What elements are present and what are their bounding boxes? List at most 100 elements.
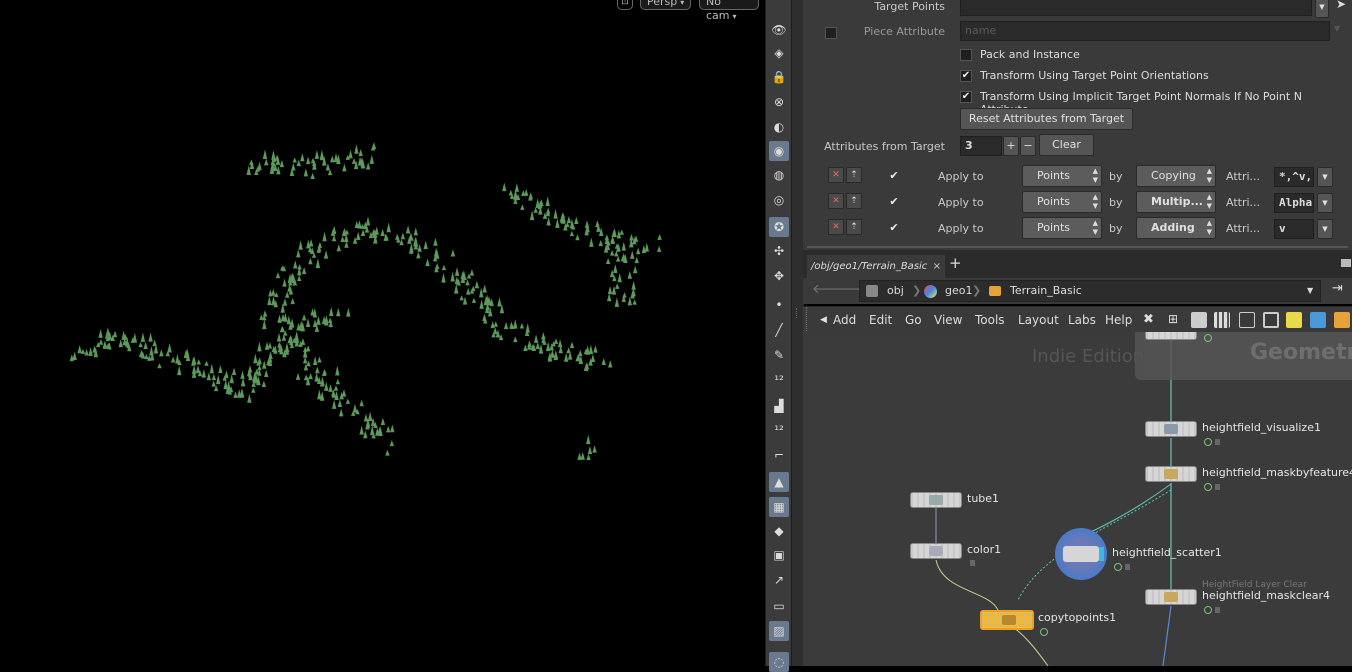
ghost-icon[interactable]: ◈ (769, 43, 789, 63)
display-options-icon[interactable]: ⊡ (617, 0, 633, 10)
display-icon[interactable]: ✪ (769, 217, 789, 237)
attribute-pattern-field[interactable]: Alpha (1274, 193, 1314, 213)
merge-op-menu[interactable]: Adding ▲ ▼ (1136, 217, 1216, 239)
row-enable-checkbox[interactable]: ✔ (888, 196, 900, 209)
close-icon[interactable]: × (933, 255, 941, 278)
chevron-down-icon[interactable]: ▼ (1315, 0, 1329, 18)
reset-attributes-button[interactable]: Reset Attributes from Target (960, 108, 1133, 130)
menu-add[interactable]: Add (833, 313, 856, 327)
diamond-icon[interactable]: ◆ (769, 521, 789, 541)
node-tube1[interactable] (910, 492, 962, 508)
menu-edit[interactable]: Edit (869, 313, 892, 327)
insert-row-icon[interactable]: ⇡ (846, 219, 862, 235)
background-image-icon[interactable]: ▨ (769, 621, 789, 641)
network-editor[interactable]: Geometr Indie Edition heightfield_visual… (803, 332, 1352, 666)
point-icon[interactable]: • (769, 295, 789, 315)
node-heightfield-maskbyfeature4[interactable] (1145, 466, 1197, 482)
menu-tools[interactable]: Tools (975, 313, 1005, 327)
target-points-field[interactable] (960, 0, 1312, 16)
chevron-down-icon[interactable]: ▼ (1317, 219, 1333, 239)
image-icon[interactable]: ▣ (769, 545, 789, 565)
chevron-down-icon[interactable]: ▼ (1307, 284, 1313, 298)
view-icon[interactable]: 👁 (769, 20, 789, 40)
transform-normals-checkbox[interactable]: ✔ (960, 91, 972, 103)
delete-row-icon[interactable]: ✕ (828, 219, 844, 235)
node-heightfield-scatter1[interactable] (1055, 528, 1107, 580)
attributes-count-field[interactable]: 3 (960, 136, 1002, 156)
table-icon[interactable] (1239, 312, 1255, 328)
shading-icon[interactable]: ◐ (769, 117, 789, 137)
camera-mode-menu[interactable]: Persp ▾ (640, 0, 691, 10)
apply-to-menu[interactable]: Points ▲ ▼ (1022, 191, 1102, 213)
drag-handle-icon[interactable] (806, 307, 815, 333)
more-icon[interactable]: ◌ (769, 652, 789, 672)
list-icon[interactable] (1191, 312, 1207, 328)
delete-row-icon[interactable]: ✕ (828, 167, 844, 183)
row-enable-checkbox[interactable]: ✔ (888, 170, 900, 183)
pack-and-instance-checkbox[interactable] (960, 49, 972, 61)
apply-to-menu[interactable]: Points ▲ ▼ (1022, 165, 1102, 187)
menu-labs[interactable]: Labs (1068, 313, 1096, 327)
node-copytopoints1[interactable] (980, 610, 1034, 630)
prim-numbers-icon[interactable]: ¹² (769, 420, 789, 440)
menu-layout[interactable]: Layout (1018, 313, 1059, 327)
add-tab-icon[interactable]: + (949, 254, 962, 272)
pane-menu-icon[interactable] (1341, 259, 1351, 267)
curve-icon[interactable]: ↗ (769, 570, 789, 590)
merge-op-menu[interactable]: Copying ▲ ▼ (1136, 165, 1216, 187)
menu-go[interactable]: Go (905, 313, 922, 327)
subnet-icon[interactable] (1334, 312, 1350, 328)
chevron-down-icon[interactable]: ▼ (1317, 167, 1333, 187)
menu-view[interactable]: View (934, 313, 962, 327)
image-icon[interactable] (1310, 312, 1326, 328)
edge-icon[interactable]: ╱ (769, 320, 789, 340)
upstream-node[interactable] (1145, 332, 1197, 340)
chevron-down-icon[interactable]: ▼ (1317, 193, 1333, 213)
insert-row-icon[interactable]: ⇡ (846, 167, 862, 183)
node-color1[interactable] (910, 543, 962, 559)
lock-icon[interactable]: 🔒 (769, 67, 789, 87)
insert-row-icon[interactable]: ⇡ (846, 193, 862, 209)
collapse-arrow-icon[interactable]: ◀ (820, 315, 827, 325)
cone-icon[interactable]: ▲ (769, 472, 789, 492)
attribute-pattern-field[interactable]: v (1274, 219, 1314, 239)
light-icon[interactable]: ◉ (769, 141, 789, 161)
drag-handle-icon[interactable] (796, 308, 799, 318)
close-view-icon[interactable]: ⊗ (769, 92, 789, 112)
window-icon[interactable] (1263, 312, 1279, 328)
snap-icon[interactable]: ✣ (769, 241, 789, 261)
breadcrumb-terrain-basic[interactable]: Terrain_Basic (1010, 284, 1082, 298)
clear-button[interactable]: Clear (1039, 134, 1094, 156)
brush-icon[interactable]: ▟ (769, 396, 789, 416)
select-arrow-icon[interactable]: ➤ (1336, 0, 1346, 11)
pin-icon[interactable]: ⇥ (1332, 281, 1343, 296)
point-numbers-icon[interactable]: ¹² (769, 370, 789, 390)
row-enable-checkbox[interactable]: ✔ (888, 222, 900, 235)
piece-attribute-field[interactable]: name (960, 21, 1330, 41)
headlight-icon[interactable]: ◎ (769, 190, 789, 210)
apply-to-menu[interactable]: Points ▲ ▼ (1022, 217, 1102, 239)
breadcrumb-geo1[interactable]: geo1 (945, 284, 972, 298)
frame-icon[interactable]: ▭ (769, 596, 789, 616)
transform-orient-checkbox[interactable]: ✔ (960, 70, 972, 82)
node-heightfield-maskclear4[interactable] (1145, 589, 1197, 605)
add-attribute-button[interactable]: + (1003, 136, 1019, 156)
sticky-note-icon[interactable] (1286, 312, 1302, 328)
attribute-pattern-field[interactable]: *,^v, (1274, 167, 1314, 187)
handle-icon[interactable]: ✥ (769, 266, 789, 286)
corner-icon[interactable]: ⌐ (769, 445, 789, 465)
tree-icon[interactable]: ⊞ (1168, 312, 1184, 328)
pane-splitter[interactable] (807, 246, 1348, 248)
camera-menu[interactable]: No cam ▾ (699, 0, 759, 22)
node-heightfield-visualize1[interactable] (1145, 421, 1197, 437)
delete-row-icon[interactable]: ✕ (828, 193, 844, 209)
checker-icon[interactable]: ▦ (769, 497, 789, 517)
scene-viewport[interactable]: ⊡ Persp ▾ No cam ▾ (0, 0, 765, 666)
tab-terrain-basic[interactable]: /obj/geo1/Terrain_Basic × (807, 255, 945, 278)
bulb-icon[interactable]: ◍ (769, 165, 789, 185)
merge-op-menu[interactable]: Multip... ▲ ▼ (1136, 191, 1216, 213)
breadcrumb-obj[interactable]: obj (887, 284, 904, 298)
tools-icon[interactable]: ✖ (1143, 312, 1159, 328)
pen-icon[interactable]: ✎ (769, 345, 789, 365)
remove-attribute-button[interactable]: − (1020, 136, 1036, 156)
